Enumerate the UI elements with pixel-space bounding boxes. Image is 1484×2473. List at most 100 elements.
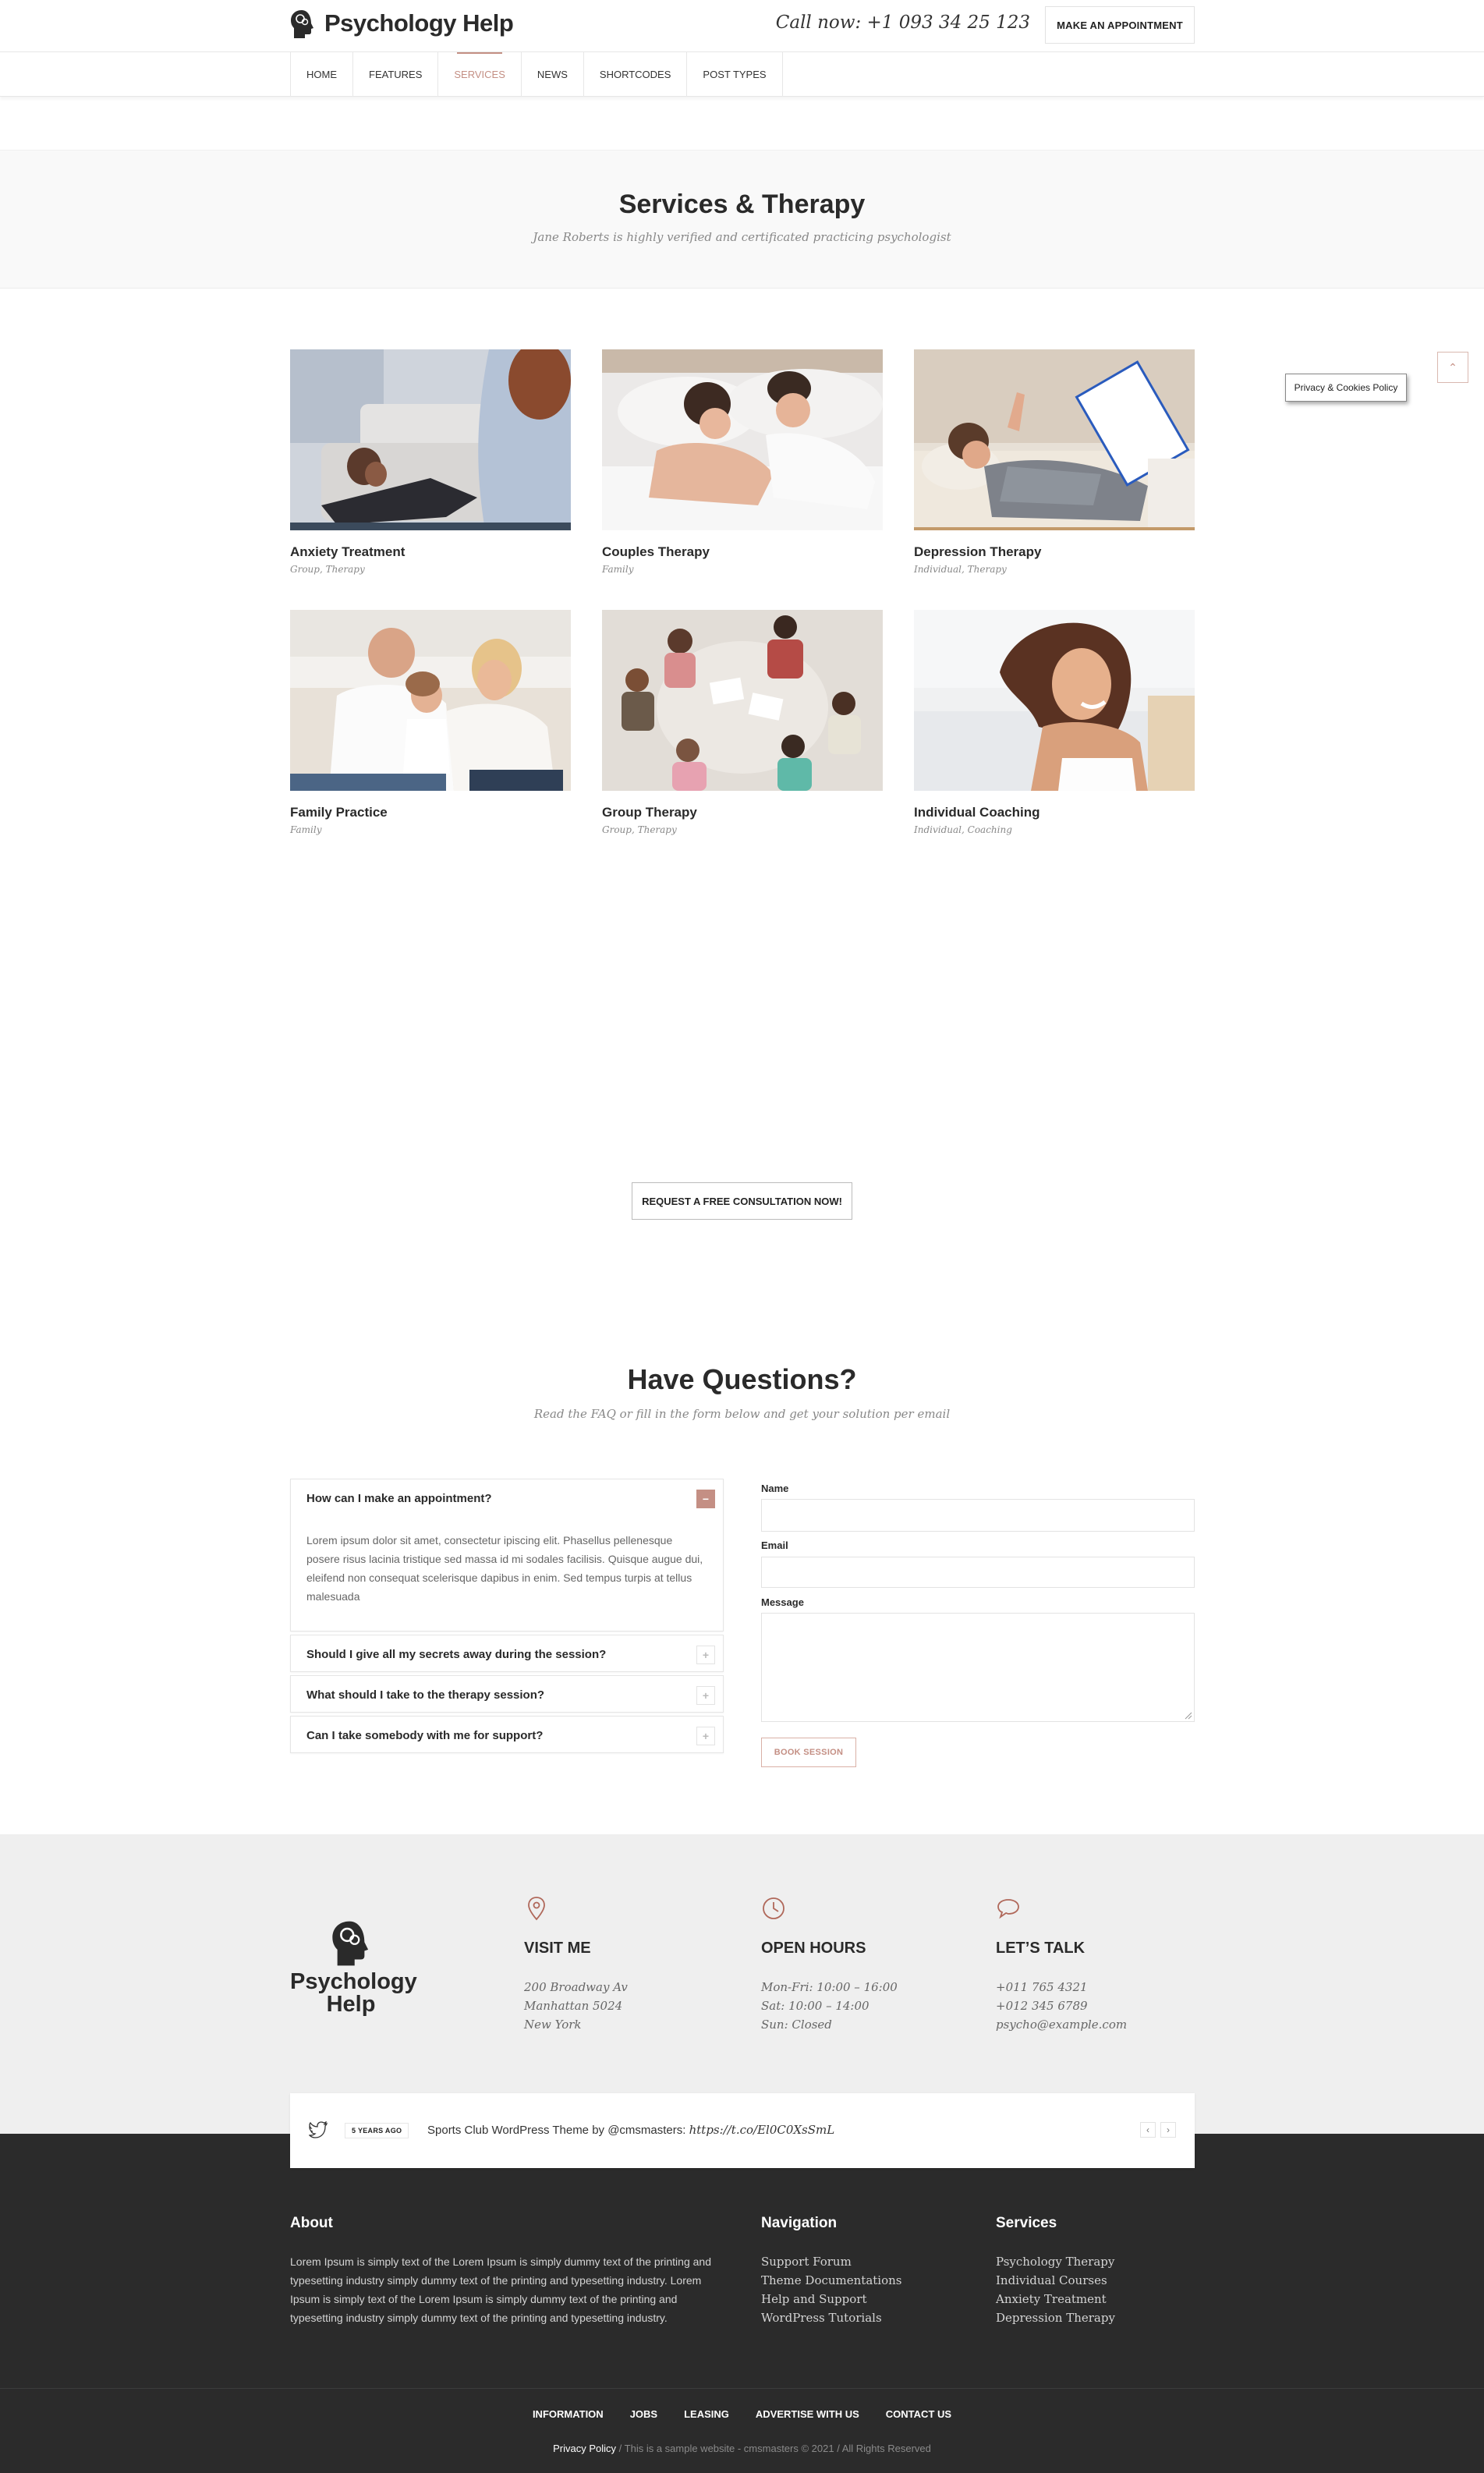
privacy-policy-link[interactable]: Privacy Policy: [553, 2443, 616, 2454]
service-title[interactable]: Family Practice: [290, 805, 571, 820]
phone-line[interactable]: +011 765 4321: [996, 1978, 1199, 1996]
minus-icon[interactable]: −: [696, 1490, 715, 1508]
service-card-anxiety[interactable]: Anxiety Treatment Group, Therapy: [290, 349, 571, 575]
tweet-body: Sports Club WordPress Theme by @cmsmaste…: [427, 2124, 689, 2137]
book-session-button[interactable]: BOOK SESSION: [761, 1738, 856, 1767]
footer-link[interactable]: Psychology Therapy: [996, 2252, 1195, 2271]
faq-question[interactable]: What should I take to the therapy sessio…: [291, 1676, 723, 1713]
smiling-woman-photo[interactable]: [914, 610, 1195, 791]
head-brain-logo-icon[interactable]: [290, 9, 315, 39]
twitter-bird-icon: [309, 2121, 328, 2138]
faq-item[interactable]: What should I take to the therapy sessio…: [290, 1675, 724, 1713]
hours-title: OPEN HOURS: [761, 1940, 866, 1957]
service-card-couples[interactable]: Couples Therapy Family: [602, 349, 883, 575]
plus-icon[interactable]: +: [696, 1646, 715, 1664]
service-title[interactable]: Individual Coaching: [914, 805, 1195, 820]
nav-item-services[interactable]: SERVICES: [438, 52, 522, 96]
footer-logo[interactable]: Psychology Help: [290, 1920, 417, 2016]
hours-line: Mon-Fri: 10:00 – 16:00: [761, 1980, 898, 1994]
page-subtitle: Jane Roberts is highly verified and cert…: [533, 230, 951, 244]
service-tags[interactable]: Family: [290, 824, 571, 835]
faq-item[interactable]: Can I take somebody with me for support?…: [290, 1716, 724, 1753]
phone-number: Call now: +1 093 34 25 123: [775, 12, 1030, 33]
site-logo-text[interactable]: Psychology Help: [324, 9, 514, 37]
bottom-nav-jobs[interactable]: JOBS: [630, 2408, 657, 2420]
bottom-nav-information[interactable]: INFORMATION: [533, 2408, 604, 2420]
tweet-time-badge: 5 YEARS AGO: [345, 2123, 409, 2138]
footer-divider: [0, 2388, 1484, 2389]
speech-bubble-icon: [997, 1899, 1019, 1919]
plus-icon[interactable]: +: [696, 1686, 715, 1705]
service-tags[interactable]: Individual, Therapy: [914, 564, 1195, 575]
service-card-coaching[interactable]: Individual Coaching Individual, Coaching: [914, 610, 1195, 835]
footer-link[interactable]: Theme Documentations: [761, 2271, 964, 2290]
twitter-bar: 5 YEARS AGO Sports Club WordPress Theme …: [290, 2093, 1195, 2168]
address-line: Manhattan 5024: [524, 1999, 623, 2013]
bottom-nav-contact[interactable]: CONTACT US: [886, 2408, 951, 2420]
map-pin-icon: [528, 1897, 545, 1921]
open-hours-column: OPEN HOURS Mon-Fri: 10:00 – 16:00 Sat: 1…: [761, 1895, 964, 2034]
faq-item-open[interactable]: How can I make an appointment? − Lorem i…: [290, 1479, 724, 1632]
footer-link[interactable]: WordPress Tutorials: [761, 2308, 964, 2327]
service-tags[interactable]: Group, Therapy: [290, 564, 571, 575]
service-title[interactable]: Group Therapy: [602, 805, 883, 820]
nav-item-features[interactable]: FEATURES: [353, 52, 439, 96]
footer-link[interactable]: Individual Courses: [996, 2271, 1195, 2290]
faq-item[interactable]: Should I give all my secrets away during…: [290, 1635, 724, 1672]
tweet-next-button[interactable]: ›: [1160, 2122, 1176, 2138]
family-photo[interactable]: [290, 610, 571, 791]
scroll-to-top-button[interactable]: ⌃: [1437, 352, 1468, 383]
privacy-cookies-popup[interactable]: Privacy & Cookies Policy: [1285, 374, 1407, 402]
footer-link[interactable]: Help and Support: [761, 2290, 964, 2308]
tweet-prev-button[interactable]: ‹: [1140, 2122, 1156, 2138]
email-field[interactable]: [761, 1557, 1195, 1588]
bottom-navigation: INFORMATION JOBS LEASING ADVERTISE WITH …: [0, 2408, 1484, 2420]
group-circle-photo[interactable]: [602, 610, 883, 791]
about-text: Lorem Ipsum is simply text of the Lorem …: [290, 2255, 711, 2324]
faq-question[interactable]: Should I give all my secrets away during…: [291, 1635, 723, 1673]
resize-handle-icon[interactable]: [1185, 1712, 1192, 1720]
request-consultation-button[interactable]: REQUEST A FREE CONSULTATION NOW!: [632, 1182, 852, 1220]
about-title: About: [290, 2215, 333, 2231]
nav-item-post-types[interactable]: POST TYPES: [687, 52, 783, 96]
service-tags[interactable]: Family: [602, 564, 883, 575]
service-card-depression[interactable]: Depression Therapy Individual, Therapy: [914, 349, 1195, 575]
faq-question[interactable]: How can I make an appointment? −: [291, 1479, 723, 1517]
bottom-nav-advertise[interactable]: ADVERTISE WITH US: [756, 2408, 859, 2420]
service-card-family[interactable]: Family Practice Family: [290, 610, 571, 835]
faq-question-text[interactable]: Can I take somebody with me for support?: [306, 1729, 543, 1742]
faq-question-text[interactable]: How can I make an appointment?: [306, 1492, 492, 1505]
service-tags[interactable]: Individual, Coaching: [914, 824, 1195, 835]
patient-on-couch-photo[interactable]: [914, 349, 1195, 530]
phone-line[interactable]: +012 345 6789: [996, 1996, 1199, 2015]
couple-in-bed-photo[interactable]: [602, 349, 883, 530]
dark-footer: [0, 2134, 1484, 2473]
therapy-session-photo[interactable]: [290, 349, 571, 530]
faq-question[interactable]: Can I take somebody with me for support?…: [291, 1717, 723, 1754]
nav-item-home[interactable]: HOME: [291, 52, 353, 96]
faq-question-text[interactable]: Should I give all my secrets away during…: [306, 1648, 606, 1661]
footer-link[interactable]: Anxiety Treatment: [996, 2290, 1195, 2308]
service-title[interactable]: Depression Therapy: [914, 544, 1195, 560]
footer-link[interactable]: Depression Therapy: [996, 2308, 1195, 2327]
bottom-nav-leasing[interactable]: LEASING: [684, 2408, 729, 2420]
message-textarea[interactable]: [761, 1613, 1195, 1722]
plus-icon[interactable]: +: [696, 1727, 715, 1745]
hours-line: Sun: Closed: [761, 2018, 832, 2032]
faq-question-text[interactable]: What should I take to the therapy sessio…: [306, 1688, 544, 1702]
footer-logo-line1: Psychology: [290, 1969, 417, 1994]
make-appointment-button[interactable]: MAKE AN APPOINTMENT: [1045, 6, 1195, 44]
email-link[interactable]: psycho@example.com: [996, 2015, 1199, 2034]
copyright-text: / This is a sample website - cmsmasters …: [616, 2443, 931, 2454]
service-title[interactable]: Couples Therapy: [602, 544, 883, 560]
service-title[interactable]: Anxiety Treatment: [290, 544, 571, 560]
visit-me-column: VISIT ME 200 Broadway Av Manhattan 5024 …: [524, 1895, 727, 2034]
service-card-group[interactable]: Group Therapy Group, Therapy: [602, 610, 883, 835]
name-field[interactable]: [761, 1499, 1195, 1532]
nav-item-news[interactable]: NEWS: [522, 52, 584, 96]
nav-item-shortcodes[interactable]: SHORTCODES: [584, 52, 688, 96]
head-brain-logo-icon: [332, 1921, 369, 1966]
footer-link[interactable]: Support Forum: [761, 2252, 964, 2271]
tweet-link[interactable]: https://t.co/El0C0XsSmL: [689, 2123, 835, 2137]
service-tags[interactable]: Group, Therapy: [602, 824, 883, 835]
